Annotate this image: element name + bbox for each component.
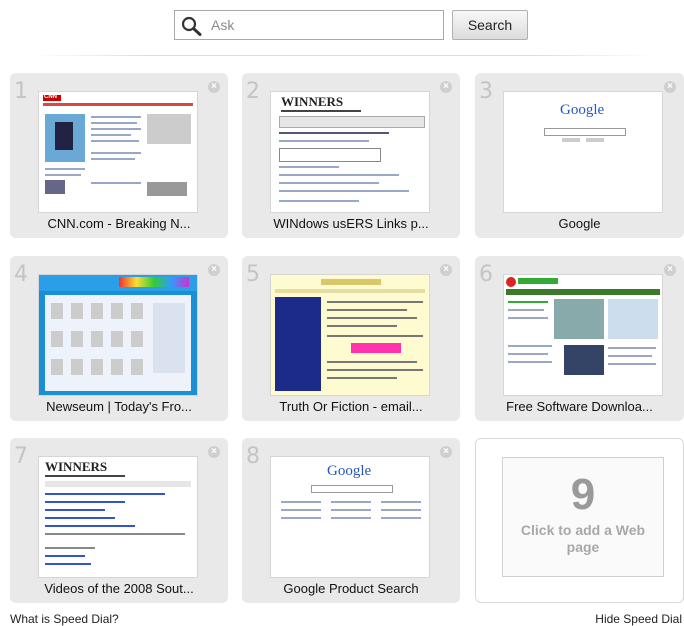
close-icon[interactable]: ×: [440, 264, 452, 276]
thumb-logo: WINNERS: [281, 94, 344, 109]
tile-label: Free Software Downloa...: [506, 399, 653, 414]
tile-number: 4: [14, 262, 28, 287]
thumb-logo: CNN: [44, 94, 57, 100]
speed-dial-tile-2[interactable]: 2 × WINNERS WINdows usERS Links p...: [242, 73, 460, 238]
tile-number: 8: [246, 444, 260, 469]
tile-number: 2: [246, 79, 260, 104]
tile-number: 7: [14, 444, 28, 469]
tile-number: 5: [246, 262, 260, 287]
speed-dial-tile-6[interactable]: 6 × Free Software Downloa...: [475, 256, 684, 421]
page-thumbnail: WINNERS: [38, 456, 198, 578]
close-icon[interactable]: ×: [664, 81, 676, 93]
add-page-text: Click to add a Web page: [520, 522, 646, 555]
page-thumbnail: [270, 274, 430, 396]
add-page-box[interactable]: 9 Click to add a Web page: [502, 457, 664, 577]
search-icon: [181, 16, 203, 36]
empty-tile-number: 9: [570, 470, 596, 519]
tile-label: Newseum | Today's Fro...: [46, 399, 192, 414]
thumb-logo: Google: [560, 102, 605, 118]
tile-label: Google Product Search: [283, 581, 419, 596]
divider: [30, 55, 654, 56]
speed-dial-tile-4[interactable]: 4 × Newseum | Today's Fro...: [10, 256, 228, 421]
tile-number: 3: [479, 79, 493, 104]
speed-dial-tile-8[interactable]: 8 × Google Google Product Search: [242, 438, 460, 603]
speed-dial-tile-1[interactable]: 1 × CNN CNN.com - Breaking N...: [10, 73, 228, 238]
close-icon[interactable]: ×: [664, 264, 676, 276]
tile-label: Truth Or Fiction - email...: [279, 399, 423, 414]
speed-dial-tile-empty[interactable]: 9 Click to add a Web page: [475, 438, 684, 603]
search-bar: Ask Search: [174, 10, 534, 42]
search-placeholder: Ask: [211, 17, 235, 33]
what-is-speed-dial-link[interactable]: What is Speed Dial?: [10, 612, 119, 626]
tile-number: 1: [14, 79, 28, 104]
close-icon[interactable]: ×: [440, 446, 452, 458]
thumb-logo: Google: [327, 463, 372, 479]
hide-speed-dial-link[interactable]: Hide Speed Dial: [595, 612, 682, 626]
page-thumbnail: CNN: [38, 91, 198, 213]
tile-label: WINdows usERS Links p...: [273, 216, 429, 231]
close-icon[interactable]: ×: [208, 446, 220, 458]
tile-number: 6: [479, 262, 493, 287]
speed-dial-tile-5[interactable]: 5 × Truth Or Fiction - email...: [242, 256, 460, 421]
page-thumbnail: Google: [503, 91, 663, 213]
speed-dial-tile-3[interactable]: 3 × Google Google: [475, 73, 684, 238]
page-thumbnail: [38, 274, 198, 396]
search-input[interactable]: Ask: [174, 10, 444, 40]
page-thumbnail: WINNERS: [270, 91, 430, 213]
speed-dial-tile-7[interactable]: 7 × WINNERS Videos of the 2008 Sout...: [10, 438, 228, 603]
close-icon[interactable]: ×: [208, 264, 220, 276]
page-thumbnail: Google: [270, 456, 430, 578]
thumb-logo: WINNERS: [45, 459, 108, 474]
search-button[interactable]: Search: [452, 10, 528, 40]
close-icon[interactable]: ×: [440, 81, 452, 93]
tile-label: Google: [558, 216, 601, 231]
close-icon[interactable]: ×: [208, 81, 220, 93]
tile-label: Videos of the 2008 Sout...: [44, 581, 194, 596]
tile-label: CNN.com - Breaking N...: [47, 216, 191, 231]
page-thumbnail: [503, 274, 663, 396]
